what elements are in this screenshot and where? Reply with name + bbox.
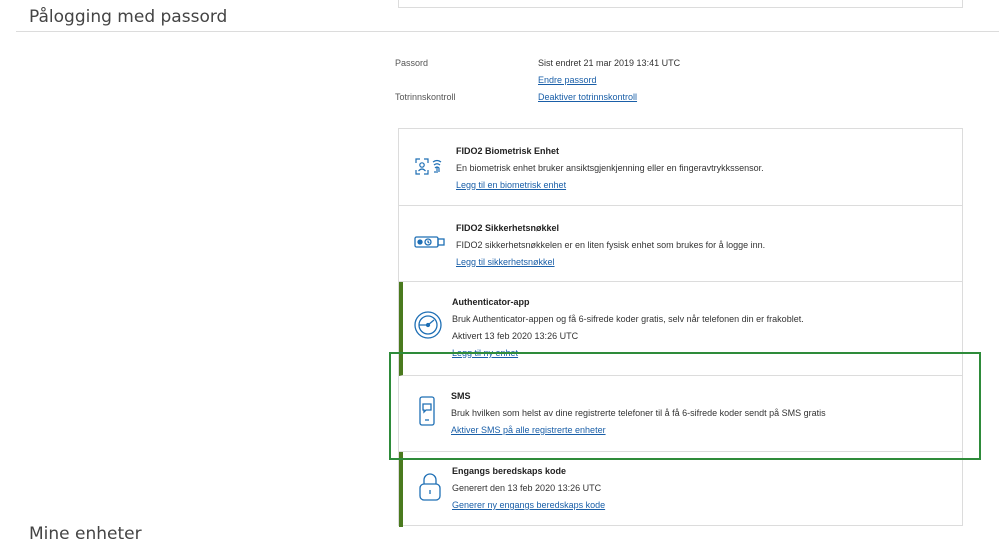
add-biometric-device-link[interactable]: Legg til en biometrisk enhet bbox=[456, 180, 566, 190]
method-fido2-security-key: FIDO2 Sikkerhetsnøkkel FIDO2 sikkerhetsn… bbox=[399, 206, 962, 282]
password-last-changed: Sist endret 21 mar 2019 13:41 UTC bbox=[538, 58, 681, 68]
method-title: Engangs beredskaps kode bbox=[452, 466, 567, 476]
add-security-key-link[interactable]: Legg til sikkerhetsnøkkel bbox=[456, 257, 555, 267]
method-description: FIDO2 sikkerhetsnøkkelen er en liten fys… bbox=[456, 240, 766, 250]
method-description: Bruk Authenticator-appen og få 6-sifrede… bbox=[452, 314, 804, 324]
method-sms: SMS Bruk hvilken som helst av dine regis… bbox=[399, 376, 962, 452]
password-label: Passord bbox=[395, 58, 429, 68]
activate-sms-link[interactable]: Aktiver SMS på alle registrerte enheter bbox=[451, 425, 606, 435]
generate-backup-code-link[interactable]: Generer ny engangs beredskaps kode bbox=[452, 500, 605, 510]
phone-sms-icon bbox=[419, 396, 435, 426]
two-factor-methods-card: FIDO2 Biometrisk Enhet En biometrisk enh… bbox=[398, 128, 963, 527]
method-description: Bruk hvilken som helst av dine registrer… bbox=[451, 408, 826, 418]
method-title: FIDO2 Biometrisk Enhet bbox=[456, 146, 560, 156]
section-title-my-devices: Mine enheter bbox=[29, 524, 142, 542]
change-password-link[interactable]: Endre passord bbox=[538, 75, 597, 85]
section-divider bbox=[16, 31, 999, 32]
biometric-icon bbox=[415, 158, 442, 175]
previous-card-bottom bbox=[398, 0, 963, 8]
method-description: En biometrisk enhet bruker ansiktsgjenkj… bbox=[456, 163, 764, 173]
disable-two-factor-link[interactable]: Deaktiver totrinnskontroll bbox=[538, 92, 637, 102]
method-title: FIDO2 Sikkerhetsnøkkel bbox=[456, 223, 560, 233]
add-new-device-link[interactable]: Legg til ny enhet bbox=[452, 348, 518, 358]
method-backup-code: Engangs beredskaps kode Generert den 13 … bbox=[399, 452, 962, 527]
two-factor-label: Totrinnskontroll bbox=[395, 92, 456, 102]
method-fido2-biometric: FIDO2 Biometrisk Enhet En biometrisk enh… bbox=[399, 129, 962, 206]
section-title-password-login: Pålogging med passord bbox=[29, 7, 228, 27]
padlock-icon bbox=[419, 473, 441, 501]
security-key-icon bbox=[414, 236, 445, 248]
method-status: Generert den 13 feb 2020 13:26 UTC bbox=[452, 483, 602, 493]
authenticator-icon bbox=[414, 311, 442, 339]
method-title: Authenticator-app bbox=[452, 297, 530, 307]
method-title: SMS bbox=[451, 391, 471, 401]
method-authenticator-app: Authenticator-app Bruk Authenticator-app… bbox=[399, 282, 962, 376]
method-status: Aktivert 13 feb 2020 13:26 UTC bbox=[452, 331, 579, 341]
